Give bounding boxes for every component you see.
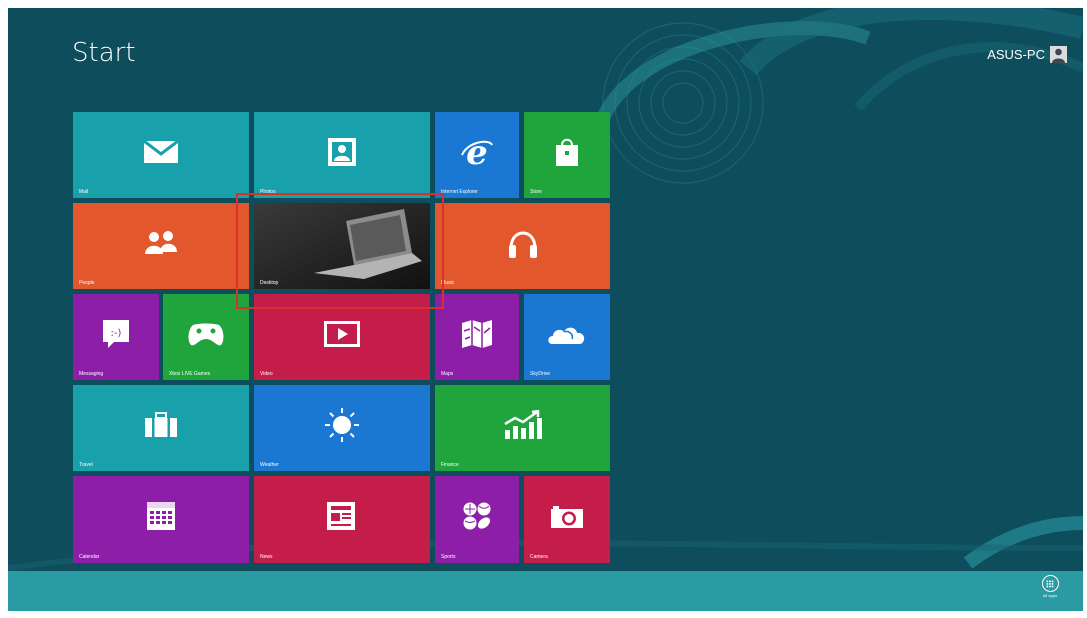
calendar-icon (147, 502, 175, 531)
tile-travel[interactable]: Travel (73, 385, 249, 471)
user-avatar-icon (1050, 46, 1067, 63)
tile-photos[interactable]: Photos (254, 112, 430, 198)
user-name: ASUS-PC (987, 47, 1045, 62)
tile-label: Photos (260, 189, 276, 195)
tile-label: Messaging (79, 371, 104, 377)
all-apps-label: All apps (1042, 593, 1058, 598)
tile-label: Camera (530, 554, 548, 560)
maps-icon (462, 319, 492, 348)
sports-balls-icon (463, 502, 491, 530)
people-icon (145, 230, 177, 254)
tile-label: Travel (79, 462, 93, 468)
tile-label: News (260, 554, 273, 560)
tile-label: Maps (441, 371, 454, 377)
tile-skydrive[interactable]: SkyDrive (524, 294, 610, 380)
desktop-laptop-image (254, 203, 430, 289)
page-title: Start (72, 38, 136, 68)
start-screen: Start ASUS-PC Mail Photos e Internet Exp… (8, 8, 1083, 611)
tile-people[interactable]: People (73, 203, 249, 289)
camera-icon (551, 506, 583, 529)
newspaper-icon (327, 502, 355, 531)
sun-icon (325, 407, 359, 442)
svg-text::-): :-) (111, 328, 122, 339)
tile-camera[interactable]: Camera (524, 476, 610, 563)
tile-label: People (79, 280, 95, 286)
tile-store[interactable]: Store (524, 112, 610, 198)
tile-maps[interactable]: Maps (435, 294, 519, 380)
tile-finance[interactable]: Finance (435, 385, 610, 471)
suitcase-icon (145, 411, 177, 437)
user-account[interactable]: ASUS-PC (987, 46, 1067, 63)
tile-messaging[interactable]: :-) Messaging (73, 294, 159, 380)
mail-icon (143, 139, 179, 163)
store-bag-icon (556, 138, 578, 166)
tile-label: Calendar (79, 554, 100, 560)
tile-label: Video (260, 371, 273, 377)
tile-label: SkyDrive (530, 371, 551, 377)
tile-music[interactable]: Music (435, 203, 610, 289)
messaging-icon: :-) (103, 319, 129, 348)
tile-video[interactable]: Video (254, 294, 430, 380)
tile-label: Music (441, 280, 455, 286)
tile-calendar[interactable]: Calendar (73, 476, 249, 563)
tile-sports[interactable]: Sports (435, 476, 519, 563)
skydrive-cloud-icon (548, 327, 585, 344)
svg-text:e: e (466, 135, 488, 169)
tile-weather[interactable]: Weather (254, 385, 430, 471)
photos-icon (328, 137, 356, 166)
chart-up-icon (503, 409, 542, 439)
all-apps-button[interactable]: All apps (1039, 575, 1061, 598)
tile-label: Sports (441, 554, 456, 560)
headphones-icon (508, 231, 537, 258)
xbox-controller-icon (188, 323, 224, 345)
video-play-icon (324, 320, 360, 347)
tile-label: Store (530, 189, 542, 195)
app-bar: All apps (8, 571, 1083, 611)
tile-label: Internet Explorer (441, 189, 478, 195)
tile-label: Desktop (260, 280, 279, 286)
tile-label: Mail (79, 189, 89, 195)
tile-label: Finance (441, 462, 459, 468)
tile-internet-explorer[interactable]: e Internet Explorer (435, 112, 519, 198)
tile-mail[interactable]: Mail (73, 112, 249, 198)
internet-explorer-icon: e (461, 135, 493, 169)
all-apps-icon (1041, 575, 1059, 592)
tile-label: Weather (260, 462, 279, 468)
tile-news[interactable]: News (254, 476, 430, 563)
tile-desktop[interactable]: Desktop (254, 203, 430, 289)
tile-xbox-live-games[interactable]: Xbox LIVE Games (163, 294, 249, 380)
tile-label: Xbox LIVE Games (169, 371, 211, 377)
